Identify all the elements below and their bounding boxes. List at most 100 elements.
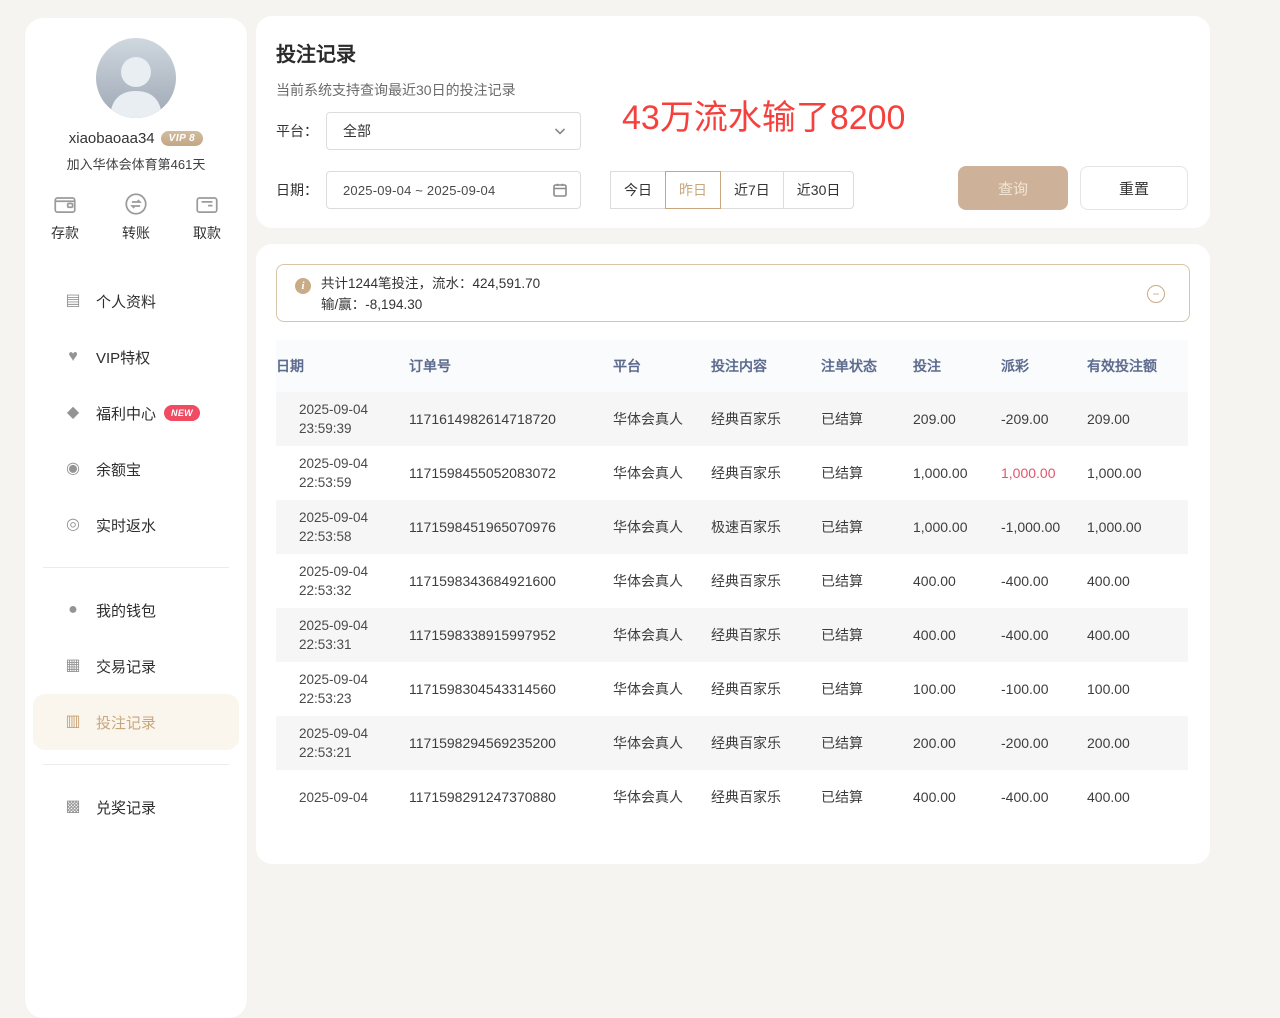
- quick-date-range-button[interactable]: 近30日: [783, 171, 855, 209]
- vip-badge: VIP 8: [161, 131, 204, 146]
- cell-bet-content: 极速百家乐: [711, 500, 821, 554]
- sidebar-menu-item[interactable]: ♥ VIP特权: [33, 329, 239, 385]
- sidebar-menu-item[interactable]: ● 我的钱包: [33, 582, 239, 638]
- sidebar-item-label: 我的钱包: [96, 600, 156, 621]
- cell-valid-amount: 209.00: [1087, 392, 1188, 446]
- piggy-bank-icon: ●: [63, 602, 83, 618]
- cell-order-number: 1171598455052083072: [409, 446, 613, 500]
- platform-select[interactable]: 全部: [326, 112, 581, 150]
- date-label: 日期：: [276, 171, 318, 209]
- sidebar-menu-item[interactable]: ▥ 投注记录: [33, 694, 239, 750]
- reset-button[interactable]: 重置: [1080, 166, 1188, 210]
- wallet-icon: [52, 191, 78, 217]
- sidebar-menu-item[interactable]: ▦ 交易记录: [33, 638, 239, 694]
- table-row: 2025-09-04 22:53:31 1171598338915997952 …: [276, 608, 1188, 662]
- cell-date: 2025-09-04 22:53:31: [276, 608, 409, 662]
- cell-valid-amount: 1,000.00: [1087, 500, 1188, 554]
- sidebar-item-label: 交易记录: [96, 656, 156, 677]
- bet-records-table: 日期 订单号 平台 投注内容 注单状态 投注 派彩 有效投注额: [276, 340, 1188, 824]
- sidebar-menu-item[interactable]: ▩ 兑奖记录: [33, 779, 239, 835]
- username: xiaobaoaa34: [69, 130, 155, 147]
- summary-line-1: 共计1244笔投注，流水：424,591.70: [321, 273, 1139, 294]
- avatar: [96, 38, 176, 118]
- cell-order-number: 1171598343684921600: [409, 554, 613, 608]
- date-range-input[interactable]: 2025-09-04 ~ 2025-09-04: [326, 171, 581, 209]
- cell-valid-amount: 400.00: [1087, 770, 1188, 824]
- cell-bet-amount: 1,000.00: [913, 500, 1001, 554]
- sidebar-menu-primary: ▤ 个人资料 ♥ VIP特权 ◆ 福利中心 NEW ◉ 余额宝: [25, 273, 247, 553]
- transaction-record-icon: ▦: [63, 658, 83, 674]
- sidebar-menu-item[interactable]: ◆ 福利中心 NEW: [33, 385, 239, 441]
- cell-order-number: 1171598451965070976: [409, 500, 613, 554]
- withdraw-button[interactable]: 取款: [193, 191, 221, 243]
- bank-card-icon: [194, 191, 220, 217]
- cell-bet-amount: 400.00: [913, 554, 1001, 608]
- table-header-cell: 投注内容: [711, 340, 821, 392]
- action-label: 转账: [122, 223, 150, 243]
- cell-bet-amount: 400.00: [913, 608, 1001, 662]
- sidebar-menu-item[interactable]: ◉ 余额宝: [33, 441, 239, 497]
- cell-valid-amount: 400.00: [1087, 608, 1188, 662]
- cell-date: 2025-09-04 22:53:59: [276, 446, 409, 500]
- action-label: 存款: [51, 223, 79, 243]
- sidebar-menu-item[interactable]: ◎ 实时返水: [33, 497, 239, 553]
- money-bag-icon: ◉: [63, 461, 83, 477]
- table-body: 2025-09-04 23:59:39 1171614982614718720 …: [276, 392, 1188, 824]
- cell-valid-amount: 200.00: [1087, 716, 1188, 770]
- transfer-button[interactable]: 转账: [122, 191, 150, 243]
- action-label: 取款: [193, 223, 221, 243]
- cell-order-number: 1171598294569235200: [409, 716, 613, 770]
- query-button[interactable]: 查询: [958, 166, 1068, 210]
- cell-bet-content: 经典百家乐: [711, 554, 821, 608]
- cell-valid-amount: 1,000.00: [1087, 446, 1188, 500]
- cell-date: 2025-09-04: [276, 770, 409, 824]
- cell-platform: 华体会真人: [613, 392, 711, 446]
- cell-status: 已结算: [821, 446, 913, 500]
- sidebar-item-label: VIP特权: [96, 347, 150, 368]
- page-subtitle: 当前系统支持查询最近30日的投注记录: [276, 80, 516, 100]
- cell-platform: 华体会真人: [613, 608, 711, 662]
- cell-status: 已结算: [821, 392, 913, 446]
- sidebar-menu-item[interactable]: ▤ 个人资料: [33, 273, 239, 329]
- deposit-button[interactable]: 存款: [51, 191, 79, 243]
- quick-date-range-button[interactable]: 今日: [610, 171, 666, 209]
- person-silhouette-icon: [96, 42, 176, 118]
- cell-payout: -400.00: [1001, 554, 1087, 608]
- table-header-cell: 订单号: [409, 340, 613, 392]
- sidebar-item-label: 兑奖记录: [96, 797, 156, 818]
- join-days-text: 加入华体会体育第461天: [25, 154, 247, 173]
- bet-record-icon: ▥: [63, 714, 83, 730]
- cell-status: 已结算: [821, 662, 913, 716]
- cell-bet-amount: 400.00: [913, 770, 1001, 824]
- sidebar-item-label: 福利中心: [96, 403, 156, 424]
- info-icon: i: [295, 278, 311, 294]
- cell-platform: 华体会真人: [613, 716, 711, 770]
- cell-bet-content: 经典百家乐: [711, 662, 821, 716]
- summary-box: i 共计1244笔投注，流水：424,591.70 输/赢：-8,194.30 …: [276, 264, 1190, 322]
- cell-bet-amount: 209.00: [913, 392, 1001, 446]
- table-header-cell: 投注: [913, 340, 1001, 392]
- sidebar-item-label: 个人资料: [96, 291, 156, 312]
- cell-platform: 华体会真人: [613, 446, 711, 500]
- cell-bet-content: 经典百家乐: [711, 770, 821, 824]
- summary-line-2: 输/赢：-8,194.30: [321, 294, 1139, 315]
- cell-status: 已结算: [821, 608, 913, 662]
- gift-icon: ◆: [63, 405, 83, 421]
- table-header-cell: 注单状态: [821, 340, 913, 392]
- vip-heart-icon: ♥: [63, 349, 83, 365]
- cell-bet-content: 经典百家乐: [711, 608, 821, 662]
- cell-order-number: 1171598291247370880: [409, 770, 613, 824]
- quick-date-range-button[interactable]: 近7日: [720, 171, 784, 209]
- cell-bet-amount: 100.00: [913, 662, 1001, 716]
- cell-status: 已结算: [821, 554, 913, 608]
- sidebar: xiaobaoaa34 VIP 8 加入华体会体育第461天 存款 转账 取款: [25, 18, 247, 1018]
- cell-bet-content: 经典百家乐: [711, 392, 821, 446]
- cell-date: 2025-09-04 22:53:32: [276, 554, 409, 608]
- cell-date: 2025-09-04 22:53:23: [276, 662, 409, 716]
- cell-payout: -1,000.00: [1001, 500, 1087, 554]
- cell-payout: -400.00: [1001, 608, 1087, 662]
- table-header-cell: 日期: [276, 340, 409, 392]
- cell-date: 2025-09-04 23:59:39: [276, 392, 409, 446]
- quick-date-range-button[interactable]: 昨日: [665, 171, 721, 209]
- collapse-icon[interactable]: −: [1147, 285, 1165, 303]
